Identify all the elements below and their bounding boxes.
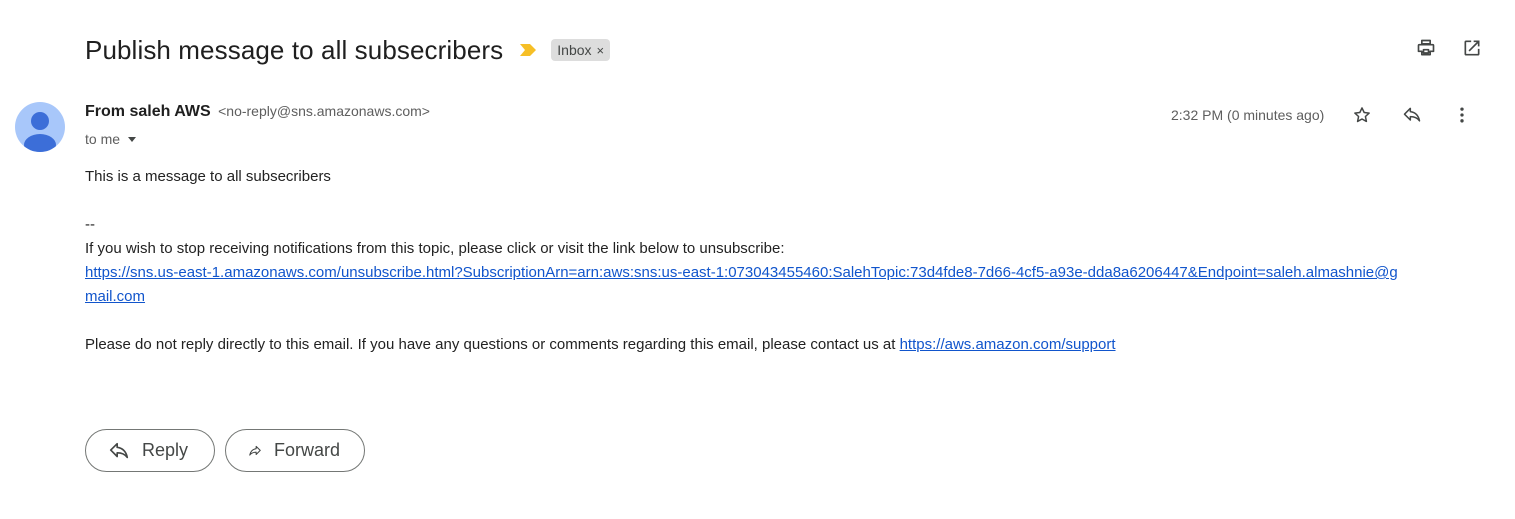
sender-line: From saleh AWS <no-reply@sns.amazonaws.c… bbox=[85, 103, 430, 121]
unsubscribe-link[interactable]: https://sns.us-east-1.amazonaws.com/unsu… bbox=[85, 261, 1409, 309]
support-text: Please do not reply directly to this ema… bbox=[85, 336, 900, 353]
email-view: Publish message to all subsecribers Inbo… bbox=[0, 0, 1515, 519]
email-subject: Publish message to all subsecribers bbox=[85, 34, 504, 65]
forward-button[interactable]: Forward bbox=[225, 429, 365, 472]
thread-toolbar bbox=[1414, 36, 1484, 60]
body-message: This is a message to all subsecribers bbox=[85, 168, 331, 185]
print-icon[interactable] bbox=[1414, 36, 1438, 60]
sender-email: <no-reply@sns.amazonaws.com> bbox=[218, 103, 430, 119]
message-meta: 2:32 PM (0 minutes ago) bbox=[1171, 103, 1474, 127]
recipient-line: to me bbox=[85, 131, 138, 147]
sender-avatar[interactable] bbox=[15, 102, 65, 152]
support-paragraph: Please do not reply directly to this ema… bbox=[85, 333, 1425, 357]
label-chip-inbox: Inbox × bbox=[551, 39, 611, 61]
subject-row: Publish message to all subsecribers Inbo… bbox=[85, 30, 611, 70]
star-icon[interactable] bbox=[1350, 103, 1374, 127]
reply-actions: Reply Forward bbox=[85, 429, 365, 472]
open-in-new-window-icon[interactable] bbox=[1460, 36, 1484, 60]
reply-button[interactable]: Reply bbox=[85, 429, 215, 472]
reply-icon[interactable] bbox=[1400, 103, 1424, 127]
forward-icon bbox=[249, 445, 261, 456]
signature-separator: -- bbox=[85, 216, 95, 233]
message-actions bbox=[1350, 103, 1474, 127]
label-chip-text: Inbox bbox=[557, 42, 592, 58]
default-avatar-icon bbox=[24, 112, 56, 152]
chevron-down-icon[interactable] bbox=[126, 133, 138, 145]
forward-button-label: Forward bbox=[273, 440, 340, 460]
recipient-text: to me bbox=[85, 131, 121, 147]
unsubscribe-text: If you wish to stop receiving notificati… bbox=[85, 240, 785, 257]
more-vertical-icon[interactable] bbox=[1450, 103, 1474, 127]
support-link[interactable]: https://aws.amazon.com/support bbox=[900, 336, 1116, 353]
reply-button-label: Reply bbox=[142, 440, 189, 460]
timestamp: 2:32 PM (0 minutes ago) bbox=[1171, 107, 1325, 123]
importance-marker-icon[interactable] bbox=[519, 41, 537, 59]
reply-icon bbox=[109, 442, 129, 458]
sender-name: From saleh AWS bbox=[85, 103, 211, 120]
remove-label-button[interactable]: × bbox=[597, 43, 605, 58]
email-body: This is a message to all subsecribers --… bbox=[85, 165, 1425, 357]
